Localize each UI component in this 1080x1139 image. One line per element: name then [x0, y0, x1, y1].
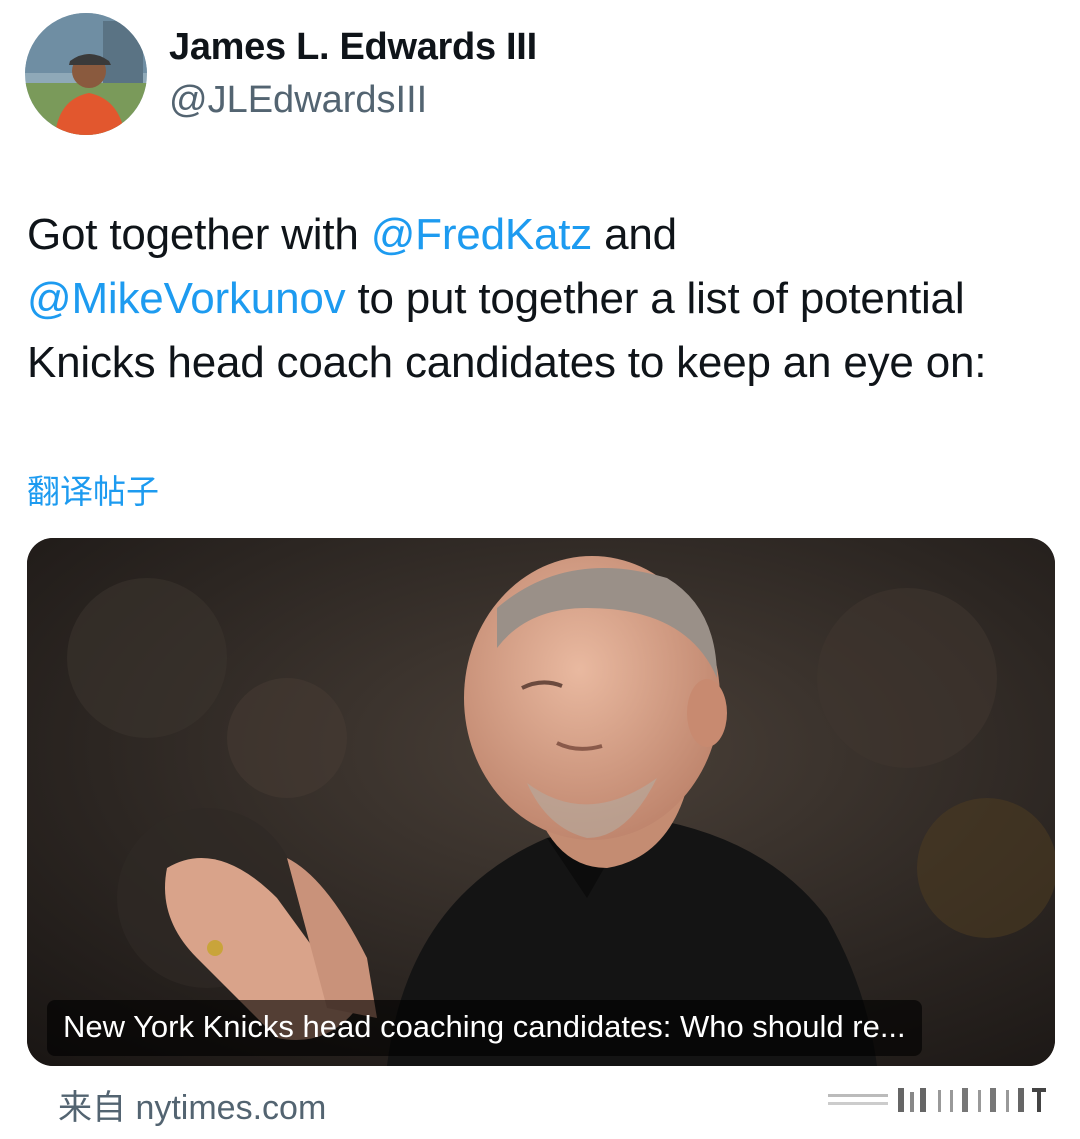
link-card[interactable]: New York Knicks head coaching candidates…: [27, 538, 1055, 1066]
tweet-text: Got together with @FredKatz and @MikeVor…: [27, 203, 1057, 395]
mention-mikevorkunov[interactable]: @MikeVorkunov: [27, 274, 346, 323]
card-title[interactable]: New York Knicks head coaching candidates…: [47, 1000, 922, 1056]
card-image: [27, 538, 1055, 1066]
author-avatar[interactable]: [25, 13, 147, 135]
watermark-icon: [828, 1088, 1046, 1112]
author-display-name[interactable]: James L. Edwards III: [169, 26, 537, 69]
tweet-text-segment: and: [592, 210, 677, 259]
translate-post-link[interactable]: 翻译帖子: [27, 465, 159, 513]
mention-fredkatz[interactable]: @FredKatz: [371, 210, 593, 259]
author-handle[interactable]: @JLEdwardsIII: [169, 79, 427, 122]
tweet-text-segment: Got together with: [27, 210, 371, 259]
card-source[interactable]: 来自 nytimes.com: [58, 1080, 326, 1129]
